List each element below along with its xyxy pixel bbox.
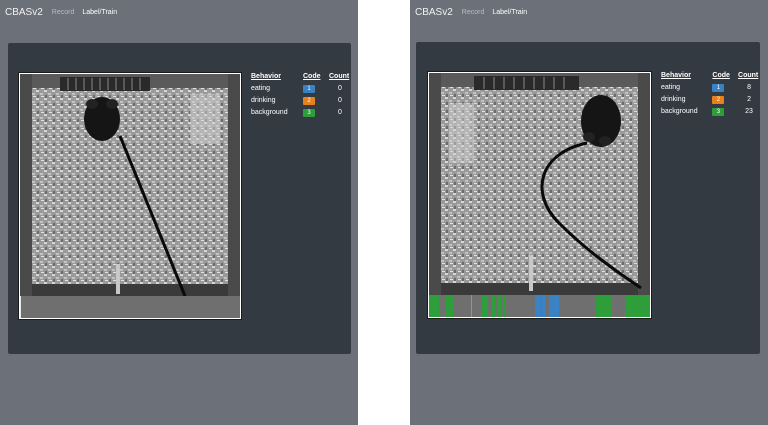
behavior-name: eating <box>251 85 271 92</box>
code-badge-background[interactable]: 3 <box>303 108 315 117</box>
video-player[interactable] <box>427 71 652 319</box>
timeline-segment <box>596 295 612 317</box>
timeline-segment <box>535 295 541 317</box>
behavior-count: 23 <box>745 108 753 115</box>
app-window-right: CBASv2 Record Label/Train Behavior Code … <box>410 0 768 425</box>
behavior-name: drinking <box>661 96 686 103</box>
behavior-name: drinking <box>251 97 276 104</box>
header-behavior: Behavior <box>661 72 691 79</box>
timeline-segment <box>429 295 439 317</box>
nav-label-train[interactable]: Label/Train <box>82 9 117 16</box>
behavior-name: eating <box>661 84 681 91</box>
table-row[interactable]: eating 1 0 <box>251 83 351 95</box>
timeline-segment <box>503 295 505 317</box>
table-row[interactable]: drinking 2 0 <box>251 95 351 107</box>
nav-label-train[interactable]: Label/Train <box>492 9 527 16</box>
video-frame-image[interactable] <box>429 73 650 295</box>
behavior-name: background <box>251 109 288 116</box>
timeline-segment <box>549 295 559 317</box>
table-row[interactable]: background 3 23 <box>661 106 760 118</box>
behavior-count: 0 <box>338 97 342 104</box>
nav-record[interactable]: Record <box>462 9 485 16</box>
code-badge-drinking[interactable]: 2 <box>712 95 725 104</box>
code-badge-eating[interactable]: 1 <box>303 84 315 93</box>
timeline-segment <box>471 295 472 317</box>
nav-record[interactable]: Record <box>52 9 75 16</box>
code-badge-background[interactable]: 3 <box>712 107 725 116</box>
timeline-segment <box>498 295 501 317</box>
header-code: Code <box>303 73 321 80</box>
video-frame-image[interactable] <box>20 74 240 296</box>
behavior-count: 0 <box>338 109 342 116</box>
behavior-table: Behavior Code Count eating 1 8 drinking … <box>661 72 760 118</box>
behavior-count: 8 <box>747 84 751 91</box>
navbar: CBASv2 Record Label/Train <box>410 0 768 24</box>
brand-logo[interactable]: CBASv2 <box>5 7 43 18</box>
code-badge-eating[interactable]: 1 <box>712 83 725 92</box>
timeline-bar[interactable] <box>429 295 650 317</box>
timeline-segment <box>481 295 488 317</box>
behavior-count: 0 <box>338 85 342 92</box>
timeline-bar[interactable] <box>20 296 240 318</box>
header-code: Code <box>712 72 730 79</box>
labeling-panel: Behavior Code Count eating 1 8 drinking … <box>416 42 760 354</box>
navbar: CBASv2 Record Label/Train <box>0 0 358 24</box>
timeline-segment <box>625 295 650 317</box>
header-behavior: Behavior <box>251 73 281 80</box>
header-count: Count <box>738 72 759 79</box>
behavior-count: 2 <box>747 96 751 103</box>
behavior-table: Behavior Code Count eating 1 0 drinking … <box>251 73 351 119</box>
timeline-cursor[interactable] <box>20 296 21 318</box>
labeling-panel: Behavior Code Count eating 1 0 drinking … <box>8 43 351 354</box>
video-player[interactable] <box>18 72 242 320</box>
brand-logo[interactable]: CBASv2 <box>415 7 453 18</box>
header-count: Count <box>329 73 350 80</box>
timeline-segment <box>445 295 453 317</box>
code-badge-drinking[interactable]: 2 <box>303 96 315 105</box>
behavior-name: background <box>661 108 698 115</box>
timeline-segment <box>492 295 495 317</box>
timeline-segment <box>542 295 546 317</box>
table-row[interactable]: eating 1 8 <box>661 82 760 94</box>
app-window-left: CBASv2 Record Label/Train Behavior Code … <box>0 0 358 425</box>
table-row[interactable]: background 3 0 <box>251 107 351 119</box>
table-row[interactable]: drinking 2 2 <box>661 94 760 106</box>
